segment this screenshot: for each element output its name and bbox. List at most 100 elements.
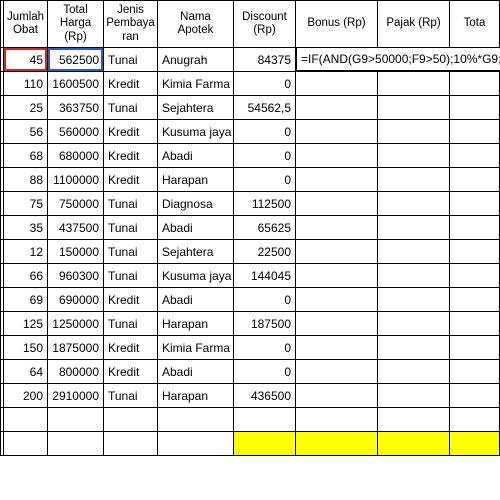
cell-apotek[interactable]: Anugrah — [158, 48, 234, 72]
cell-discount[interactable]: 0 — [234, 168, 296, 192]
column-header[interactable]: Total Harga (Rp) — [48, 0, 104, 48]
cell-jumlah[interactable]: 35 — [4, 216, 48, 240]
cell-discount[interactable]: 0 — [234, 360, 296, 384]
cell-discount[interactable]: 112500 — [234, 192, 296, 216]
cell-bonus[interactable] — [296, 216, 378, 240]
cell-jenis[interactable]: Tunai — [104, 264, 158, 288]
cell-jenis[interactable]: Tunai — [104, 48, 158, 72]
cell-jumlah[interactable]: 150 — [4, 336, 48, 360]
cell-discount[interactable]: 0 — [234, 72, 296, 96]
cell-pajak[interactable] — [378, 336, 450, 360]
empty-cell[interactable] — [450, 408, 500, 432]
cell-pajak[interactable] — [378, 240, 450, 264]
cell-total-right[interactable] — [450, 144, 500, 168]
cell-apotek[interactable]: Sejahtera — [158, 240, 234, 264]
summary-cell[interactable] — [296, 432, 378, 456]
cell-jumlah[interactable]: 75 — [4, 192, 48, 216]
cell-apotek[interactable]: Kimia Farma — [158, 72, 234, 96]
summary-cell[interactable] — [234, 432, 296, 456]
cell-bonus[interactable] — [296, 240, 378, 264]
cell-jumlah[interactable]: 66 — [4, 264, 48, 288]
cell-apotek[interactable]: Abadi — [158, 288, 234, 312]
cell-total[interactable]: 1100000 — [48, 168, 104, 192]
cell-discount[interactable]: 22500 — [234, 240, 296, 264]
empty-cell[interactable] — [158, 408, 234, 432]
cell-pajak[interactable] — [378, 384, 450, 408]
cell-total-right[interactable] — [450, 96, 500, 120]
cell-discount[interactable]: 54562,5 — [234, 96, 296, 120]
cell-total[interactable]: 800000 — [48, 360, 104, 384]
cell-apotek[interactable]: Diagnosa — [158, 192, 234, 216]
cell-jumlah[interactable]: 12 — [4, 240, 48, 264]
summary-cell[interactable] — [450, 432, 500, 456]
cell-pajak[interactable] — [378, 168, 450, 192]
cell-total-right[interactable] — [450, 192, 500, 216]
cell-pajak[interactable] — [378, 120, 450, 144]
cell-total[interactable]: 560000 — [48, 120, 104, 144]
cell-bonus[interactable] — [296, 288, 378, 312]
empty-cell[interactable] — [296, 408, 378, 432]
cell-jumlah[interactable]: 125 — [4, 312, 48, 336]
cell-jumlah[interactable]: 25 — [4, 96, 48, 120]
cell-pajak[interactable] — [378, 72, 450, 96]
summary-cell[interactable] — [4, 432, 48, 456]
cell-apotek[interactable]: Kimia Farma — [158, 336, 234, 360]
cell-total-right[interactable] — [450, 360, 500, 384]
cell-jenis[interactable]: Tunai — [104, 192, 158, 216]
cell-total-right[interactable] — [450, 288, 500, 312]
cell-total[interactable]: 1250000 — [48, 312, 104, 336]
cell-jenis[interactable]: Tunai — [104, 96, 158, 120]
cell-pajak[interactable] — [378, 144, 450, 168]
cell-jenis[interactable]: Tunai — [104, 240, 158, 264]
cell-bonus[interactable] — [296, 264, 378, 288]
empty-cell[interactable] — [378, 408, 450, 432]
cell-jumlah[interactable]: 56 — [4, 120, 48, 144]
cell-jenis[interactable]: Kredit — [104, 120, 158, 144]
cell-apotek[interactable]: Kusuma jaya — [158, 120, 234, 144]
cell-jenis[interactable]: Kredit — [104, 144, 158, 168]
cell-bonus[interactable] — [296, 120, 378, 144]
cell-total[interactable]: 150000 — [48, 240, 104, 264]
summary-cell[interactable] — [158, 432, 234, 456]
column-header[interactable]: Bonus (Rp) — [296, 0, 378, 48]
cell-total-right[interactable] — [450, 216, 500, 240]
cell-apotek[interactable]: Abadi — [158, 360, 234, 384]
cell-jenis[interactable]: Kredit — [104, 168, 158, 192]
column-header[interactable]: Nama Apotek — [158, 0, 234, 48]
cell-jenis[interactable]: Kredit — [104, 288, 158, 312]
cell-discount[interactable]: 0 — [234, 288, 296, 312]
cell-total[interactable]: 562500 — [48, 48, 104, 72]
empty-cell[interactable] — [48, 408, 104, 432]
column-header[interactable]: Pajak (Rp) — [378, 0, 450, 48]
cell-bonus[interactable] — [296, 384, 378, 408]
cell-jenis[interactable]: Kredit — [104, 72, 158, 96]
cell-apotek[interactable]: Abadi — [158, 144, 234, 168]
cell-bonus[interactable] — [296, 96, 378, 120]
column-header[interactable]: Jumlah Obat — [4, 0, 48, 48]
cell-total[interactable]: 437500 — [48, 216, 104, 240]
cell-total[interactable]: 1600500 — [48, 72, 104, 96]
cell-bonus[interactable] — [296, 144, 378, 168]
cell-total-right[interactable] — [450, 312, 500, 336]
cell-apotek[interactable]: Kusuma jaya — [158, 264, 234, 288]
cell-discount[interactable]: 0 — [234, 336, 296, 360]
formula-editor[interactable]: =IF(AND(G9>50000;F9>50);10%*G9;0) — [296, 47, 500, 71]
cell-discount[interactable]: 0 — [234, 144, 296, 168]
cell-discount[interactable]: 144045 — [234, 264, 296, 288]
cell-discount[interactable]: 187500 — [234, 312, 296, 336]
cell-jenis[interactable]: Kredit — [104, 360, 158, 384]
cell-apotek[interactable]: Harapan — [158, 384, 234, 408]
column-header[interactable]: Jenis Pembaya ran — [104, 0, 158, 48]
summary-cell[interactable] — [378, 432, 450, 456]
cell-pajak[interactable] — [378, 216, 450, 240]
cell-total[interactable]: 960300 — [48, 264, 104, 288]
cell-apotek[interactable]: Harapan — [158, 168, 234, 192]
cell-discount[interactable]: 436500 — [234, 384, 296, 408]
empty-cell[interactable] — [104, 408, 158, 432]
cell-bonus[interactable] — [296, 168, 378, 192]
cell-jumlah[interactable]: 200 — [4, 384, 48, 408]
cell-jumlah[interactable]: 69 — [4, 288, 48, 312]
cell-bonus[interactable] — [296, 360, 378, 384]
cell-jenis[interactable]: Kredit — [104, 336, 158, 360]
cell-jumlah[interactable]: 68 — [4, 144, 48, 168]
